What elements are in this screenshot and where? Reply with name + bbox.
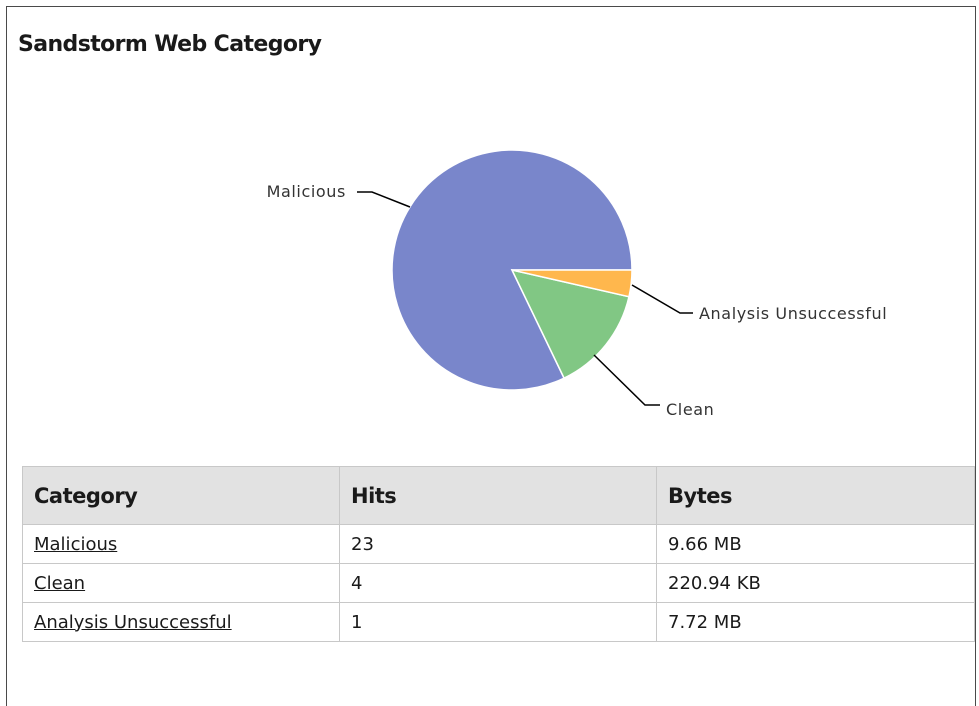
- column-header-hits[interactable]: Hits: [339, 466, 657, 525]
- pie-label-clean: Clean: [666, 400, 714, 419]
- category-pie-chart: Malicious Clean Analysis Unsuccessful: [267, 149, 887, 419]
- table-row: Malicious 23 9.66 MB: [22, 524, 975, 564]
- pie-leader-line-malicious: [357, 191, 411, 208]
- bytes-cell: 7.72 MB: [656, 602, 975, 642]
- category-link-analysis-unsuccessful[interactable]: Analysis Unsuccessful: [34, 612, 232, 633]
- category-cell: Malicious: [22, 524, 340, 564]
- bytes-cell: 220.94 KB: [656, 563, 975, 603]
- hits-cell: 1: [339, 602, 657, 642]
- category-table: Category Hits Bytes Malicious 23 9.66 MB…: [22, 466, 975, 642]
- column-header-bytes[interactable]: Bytes: [656, 466, 975, 525]
- category-link-malicious[interactable]: Malicious: [34, 534, 117, 555]
- pie-label-analysis-unsuccessful: Analysis Unsuccessful: [699, 304, 887, 323]
- table-row: Analysis Unsuccessful 1 7.72 MB: [22, 602, 975, 642]
- hits-cell: 4: [339, 563, 657, 603]
- table-header-row: Category Hits Bytes: [22, 466, 975, 525]
- category-cell: Clean: [22, 563, 340, 603]
- category-cell: Analysis Unsuccessful: [22, 602, 340, 642]
- table-row: Clean 4 220.94 KB: [22, 563, 975, 603]
- bytes-cell: 9.66 MB: [656, 524, 975, 564]
- pie-leader-line-analysis-unsuccessful: [631, 284, 693, 314]
- pie-leader-line-clean: [593, 354, 660, 406]
- hits-cell: 23: [339, 524, 657, 564]
- pie-label-malicious: Malicious: [267, 182, 346, 201]
- column-header-category[interactable]: Category: [22, 466, 340, 525]
- category-link-clean[interactable]: Clean: [34, 573, 85, 594]
